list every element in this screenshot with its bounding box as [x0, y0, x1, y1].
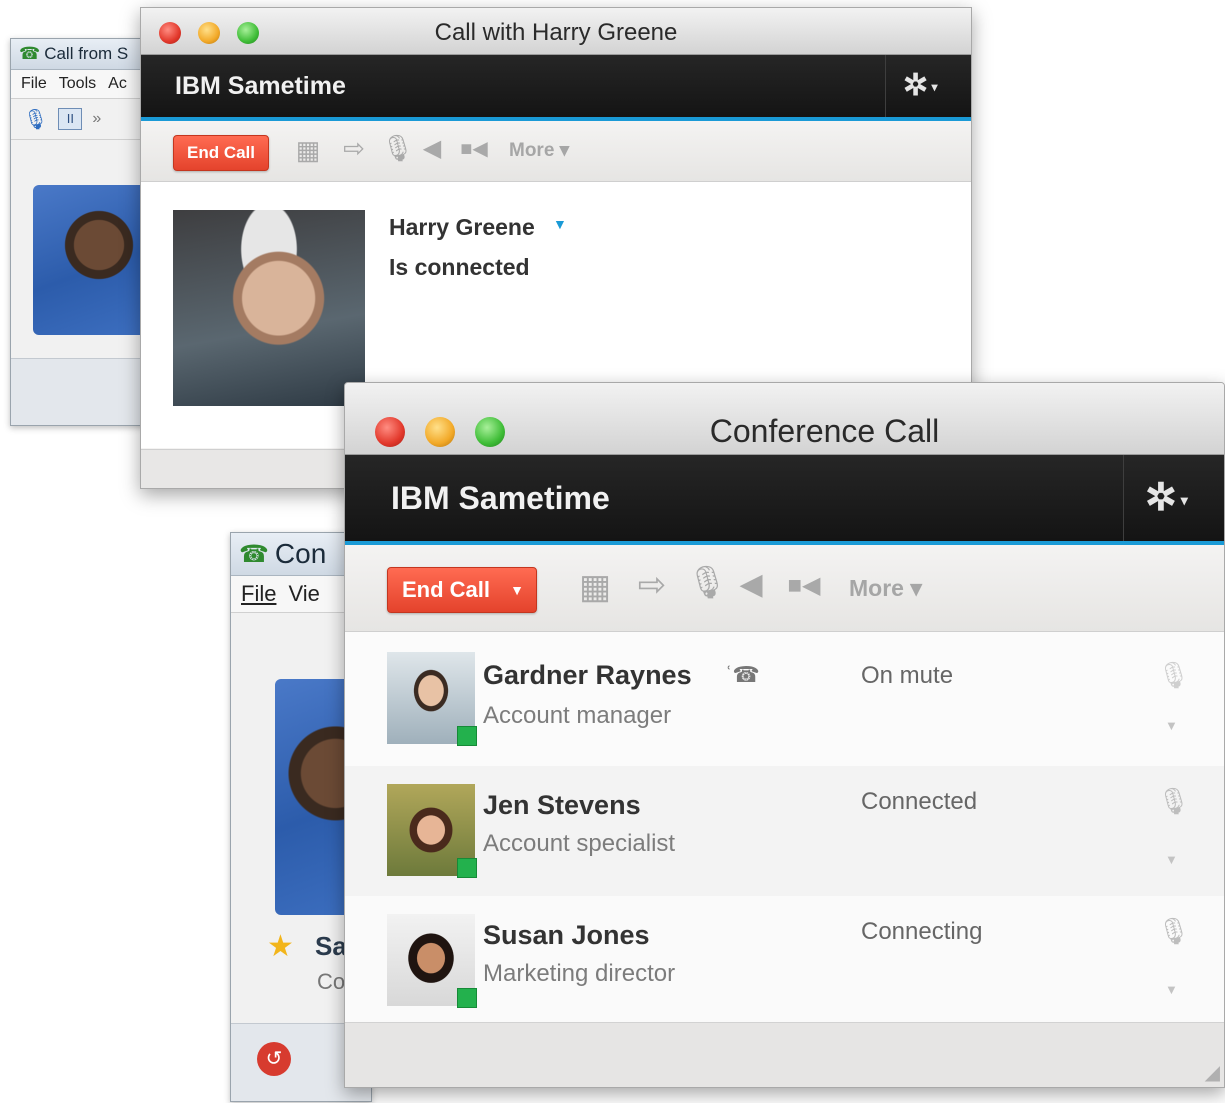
- participant-row[interactable]: Gardner Raynes ʿ☎ Account manager On mut…: [345, 632, 1224, 767]
- chevron-icon[interactable]: »: [92, 110, 101, 128]
- transfer-icon[interactable]: ⇨: [341, 133, 367, 164]
- presence-available-icon: [457, 858, 477, 878]
- mic-icon[interactable]: 🎙: [1157, 916, 1190, 947]
- participant-name: Gardner Raynes: [483, 660, 692, 690]
- conference-window-title: Conference Call: [709, 413, 940, 449]
- call-from-footer: [11, 358, 161, 425]
- participant-row[interactable]: Jen Stevens Account specialist Connected…: [345, 766, 1224, 897]
- resize-grip-icon[interactable]: ◢: [1205, 1060, 1220, 1085]
- pause-icon[interactable]: II: [58, 108, 83, 130]
- call-from-title: Call from S: [44, 44, 129, 63]
- settings-gear-icon[interactable]: ✲ ▾: [903, 55, 938, 118]
- conference-classic-title: Con: [274, 538, 327, 569]
- conference-window-footer: ◢: [345, 1022, 1224, 1087]
- more-menu[interactable]: More ▾: [509, 139, 569, 162]
- favorite-star-icon: ★: [267, 930, 294, 963]
- call-from-toolbar: 🎙 II »: [11, 99, 161, 140]
- mic-muted-icon[interactable]: 🎙: [1157, 660, 1190, 691]
- speaker-icon[interactable]: ◀: [421, 134, 443, 163]
- conference-classic-contact: Sa: [315, 931, 347, 961]
- contact-menu-caret-icon[interactable]: ▼: [553, 216, 567, 232]
- row-menu-caret-icon[interactable]: ▼: [1165, 852, 1178, 867]
- participant-role: Account manager: [483, 702, 672, 729]
- phone-icon: ☎: [19, 44, 41, 63]
- participant-name: Susan Jones: [483, 920, 650, 950]
- participant-list: Gardner Raynes ʿ☎ Account manager On mut…: [345, 632, 1224, 1027]
- end-call-button[interactable]: End Call: [173, 135, 269, 171]
- row-menu-caret-icon[interactable]: ▼: [1165, 718, 1178, 733]
- caller-photo: [33, 185, 153, 335]
- more-menu[interactable]: More ▾: [849, 575, 922, 602]
- row-menu-caret-icon[interactable]: ▼: [1165, 982, 1178, 997]
- participant-name: Jen Stevens: [483, 790, 641, 820]
- end-call-dropdown-icon[interactable]: ▼: [510, 582, 524, 598]
- contact-photo: [173, 210, 365, 406]
- call-window-banner: IBM Sametime ✲ ▾: [141, 55, 971, 121]
- end-call-button[interactable]: End Call ▼: [387, 567, 537, 613]
- video-icon[interactable]: ■◀: [457, 136, 491, 161]
- menu-actions[interactable]: Ac: [108, 75, 127, 93]
- presence-available-icon: [457, 988, 477, 1008]
- speaker-phone-icon: ʿ☎: [725, 662, 760, 687]
- minimize-button[interactable]: [425, 417, 455, 447]
- speaker-icon[interactable]: ◀: [737, 567, 765, 602]
- hangup-icon[interactable]: ↺: [257, 1042, 291, 1076]
- participant-role: Marketing director: [483, 960, 676, 987]
- zoom-button[interactable]: [475, 417, 505, 447]
- participant-status: Connecting: [861, 918, 983, 945]
- mic-icon[interactable]: 🎙: [687, 563, 728, 601]
- call-from-menubar: File Tools Ac: [11, 70, 161, 99]
- conference-window-banner: IBM Sametime ✲ ▾: [345, 455, 1224, 545]
- contact-name[interactable]: Harry Greene: [389, 214, 535, 241]
- menu-file[interactable]: File: [241, 581, 276, 607]
- mic-icon[interactable]: 🎙: [1157, 786, 1190, 817]
- call-window-title: Call with Harry Greene: [434, 19, 678, 46]
- brand-title: IBM Sametime: [175, 72, 346, 100]
- phone-icon: ☎: [239, 540, 269, 568]
- presence-available-icon: [457, 726, 477, 746]
- menu-tools[interactable]: Tools: [59, 75, 96, 93]
- participant-status: Connected: [861, 788, 978, 815]
- menu-file[interactable]: File: [21, 75, 47, 93]
- mic-icon[interactable]: 🎙: [23, 107, 48, 132]
- call-window-toolbar: End Call ▦ ⇨ 🎙 ◀ ■◀ More ▾: [141, 121, 971, 182]
- participant-row[interactable]: Susan Jones Marketing director Connectin…: [345, 896, 1224, 1027]
- video-icon[interactable]: ■◀: [781, 571, 827, 600]
- conference-window-titlebar: Conference Call: [345, 383, 1224, 455]
- call-from-titlebar: ☎ Call from S: [11, 39, 161, 70]
- close-button[interactable]: [375, 417, 405, 447]
- keypad-icon[interactable]: ▦: [577, 567, 613, 607]
- conference-window: Conference Call IBM Sametime ✲ ▾ End Cal…: [344, 382, 1225, 1088]
- transfer-icon[interactable]: ⇨: [635, 565, 669, 605]
- minimize-button[interactable]: [198, 22, 220, 44]
- call-window-titlebar: Call with Harry Greene: [141, 8, 971, 55]
- participant-role: Account specialist: [483, 830, 676, 857]
- participant-status: On mute: [861, 662, 954, 689]
- contact-status: Is connected: [389, 254, 530, 280]
- menu-view[interactable]: Vie: [288, 581, 319, 607]
- mic-icon[interactable]: 🎙: [381, 133, 414, 164]
- brand-title: IBM Sametime: [391, 480, 610, 516]
- settings-gear-icon[interactable]: ✲ ▾: [1145, 455, 1188, 543]
- close-button[interactable]: [159, 22, 181, 44]
- zoom-button[interactable]: [237, 22, 259, 44]
- conference-classic-contact-sub: Co: [317, 969, 346, 994]
- conference-window-toolbar: End Call ▼ ▦ ⇨ 🎙 ◀ ■◀ More ▾: [345, 545, 1224, 632]
- keypad-icon[interactable]: ▦: [293, 135, 323, 165]
